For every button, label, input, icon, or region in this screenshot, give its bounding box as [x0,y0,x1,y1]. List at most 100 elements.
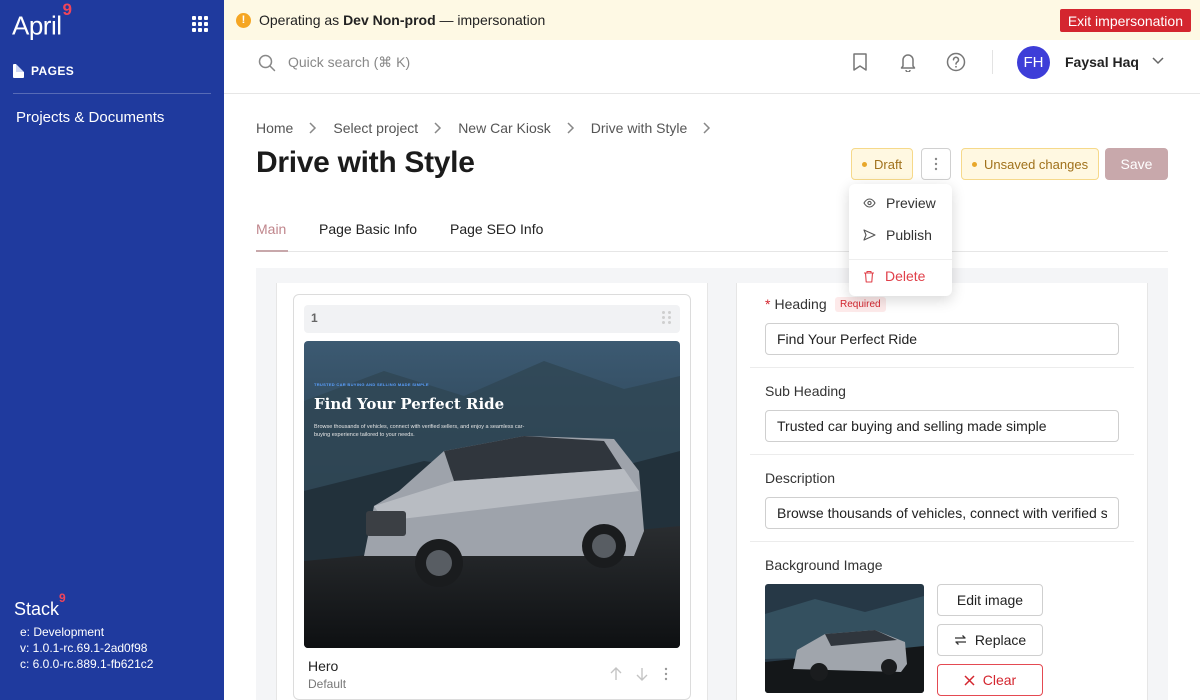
quick-search-input[interactable]: Quick search (⌘ K) [288,54,410,71]
breadcrumb-home[interactable]: Home [256,120,293,136]
block-variant: Default [308,677,347,691]
more-actions-button[interactable] [921,148,951,180]
hero-scene [304,341,680,648]
block-card-header[interactable] [304,305,680,333]
tab-bar: Main Page Basic Info Page SEO Info [256,212,1168,252]
background-image-label: Background Image [765,557,883,573]
active-tab-indicator [256,250,288,252]
app-grid-icon[interactable] [192,16,208,32]
close-icon [964,674,975,686]
heading-label: * Heading [765,296,827,312]
description-label: Description [765,470,836,486]
clear-image-button[interactable]: Clear [937,664,1043,696]
replace-label: Replace [974,632,1027,648]
tab-page-basic-info[interactable]: Page Basic Info [319,221,417,237]
trash-icon [864,270,874,283]
menu-item-preview[interactable]: Preview [863,195,936,211]
document-icon [13,64,24,78]
heading-input[interactable] [765,323,1119,355]
avatar[interactable]: FH [1017,46,1050,79]
required-badge: Required [835,297,886,312]
sidebar-divider [13,93,211,94]
menu-item-publish[interactable]: Publish [863,227,932,243]
block-index: 1 [311,311,318,325]
chevron-right-icon [309,122,317,134]
help-icon[interactable] [946,52,966,72]
topbar-separator [992,50,993,74]
hero-preview-title: Find Your Perfect Ride [314,395,505,413]
chevron-down-icon[interactable] [1152,57,1164,65]
subheading-label: Sub Heading [765,383,846,399]
version-line: v: 1.0.1-rc.69.1-2ad0f98 [20,641,148,655]
stack-logo-text: Stack [14,599,60,619]
breadcrumb: Home Select project New Car Kiosk Drive … [256,120,727,136]
april-logo[interactable]: April9 [12,0,72,42]
chevron-right-icon [703,122,711,134]
kebab-icon [934,157,938,171]
banner-prefix: Operating as [259,12,340,28]
clear-label: Clear [982,672,1017,688]
draft-label: Draft [874,156,903,172]
sidebar: April9 PAGES Projects & Documents Stack9… [0,0,224,700]
bell-icon[interactable] [899,52,917,72]
status-dot [972,161,977,167]
breadcrumb-project[interactable]: New Car Kiosk [458,120,551,136]
field-divider [750,454,1134,455]
warning-icon: ! [236,12,251,28]
sidebar-item-projects-documents[interactable]: Projects & Documents [16,109,164,126]
top-bar: Quick search (⌘ K) FH Faysal Haq [224,40,1200,94]
menu-item-delete[interactable]: Delete [863,268,925,284]
block-name: Hero [308,658,339,674]
hero-preview-image: TRUSTED CAR BUYING AND SELLING MADE SIMP… [304,341,680,648]
menu-label-preview: Preview [886,195,936,211]
banner-suffix: — impersonation [439,12,546,28]
env-line: e: Development [20,625,105,639]
impersonation-banner: ! Operating as Dev Non-prod — impersonat… [224,0,1200,40]
menu-divider [849,259,952,260]
required-asterisk: * [765,296,771,312]
move-down-icon[interactable] [636,667,648,681]
actions-menu: Preview Publish Delete [849,184,952,296]
eye-icon [863,198,876,208]
unsaved-changes-badge: Unsaved changes [961,148,1100,180]
version-info: e: Development v: 1.0.1-rc.69.1-2ad0f98 … [20,624,153,672]
save-button[interactable]: Save [1105,148,1168,180]
heading-label-text: Heading [774,296,827,312]
move-up-icon[interactable] [610,667,622,681]
breadcrumb-select-project[interactable]: Select project [333,120,418,136]
core-line: c: 6.0.0-rc.889.1-fb621c2 [20,657,154,671]
logo-text: April [12,10,62,41]
stack-logo: Stack9 [14,591,66,620]
send-icon [863,229,876,241]
drag-handle-icon[interactable] [662,311,671,324]
sidebar-section-pages: PAGES [13,64,74,78]
hero-preview-description: Browse thousands of vehicles, connect wi… [314,424,525,438]
user-name[interactable]: Faysal Haq [1065,54,1139,70]
search-icon [258,54,276,72]
background-image-thumbnail [765,584,924,693]
chevron-right-icon [434,122,442,134]
thumbnail-scene [765,584,924,693]
unsaved-label: Unsaved changes [984,156,1089,172]
block-more-icon[interactable] [664,667,668,681]
breadcrumb-page[interactable]: Drive with Style [591,120,687,136]
tab-page-seo-info[interactable]: Page SEO Info [450,221,543,237]
sidebar-section-label: PAGES [31,64,75,78]
hero-preview-tag: TRUSTED CAR BUYING AND SELLING MADE SIMP… [314,382,429,387]
field-divider [750,367,1134,368]
subheading-input[interactable] [765,410,1119,442]
exit-impersonation-button[interactable]: Exit impersonation [1059,9,1191,32]
status-dot [862,161,867,167]
stack-logo-mark: 9 [59,591,66,605]
replace-icon [954,635,966,645]
description-input[interactable] [765,497,1119,529]
banner-org: Dev Non-prod [343,12,436,28]
chevron-right-icon [567,122,574,134]
tab-main[interactable]: Main [256,221,286,237]
menu-label-delete: Delete [885,268,926,284]
bookmark-icon[interactable] [851,52,869,72]
edit-image-button[interactable]: Edit image [937,584,1043,616]
field-divider [750,541,1134,542]
replace-image-button[interactable]: Replace [937,624,1043,656]
page-title: Drive with Style [256,146,475,179]
